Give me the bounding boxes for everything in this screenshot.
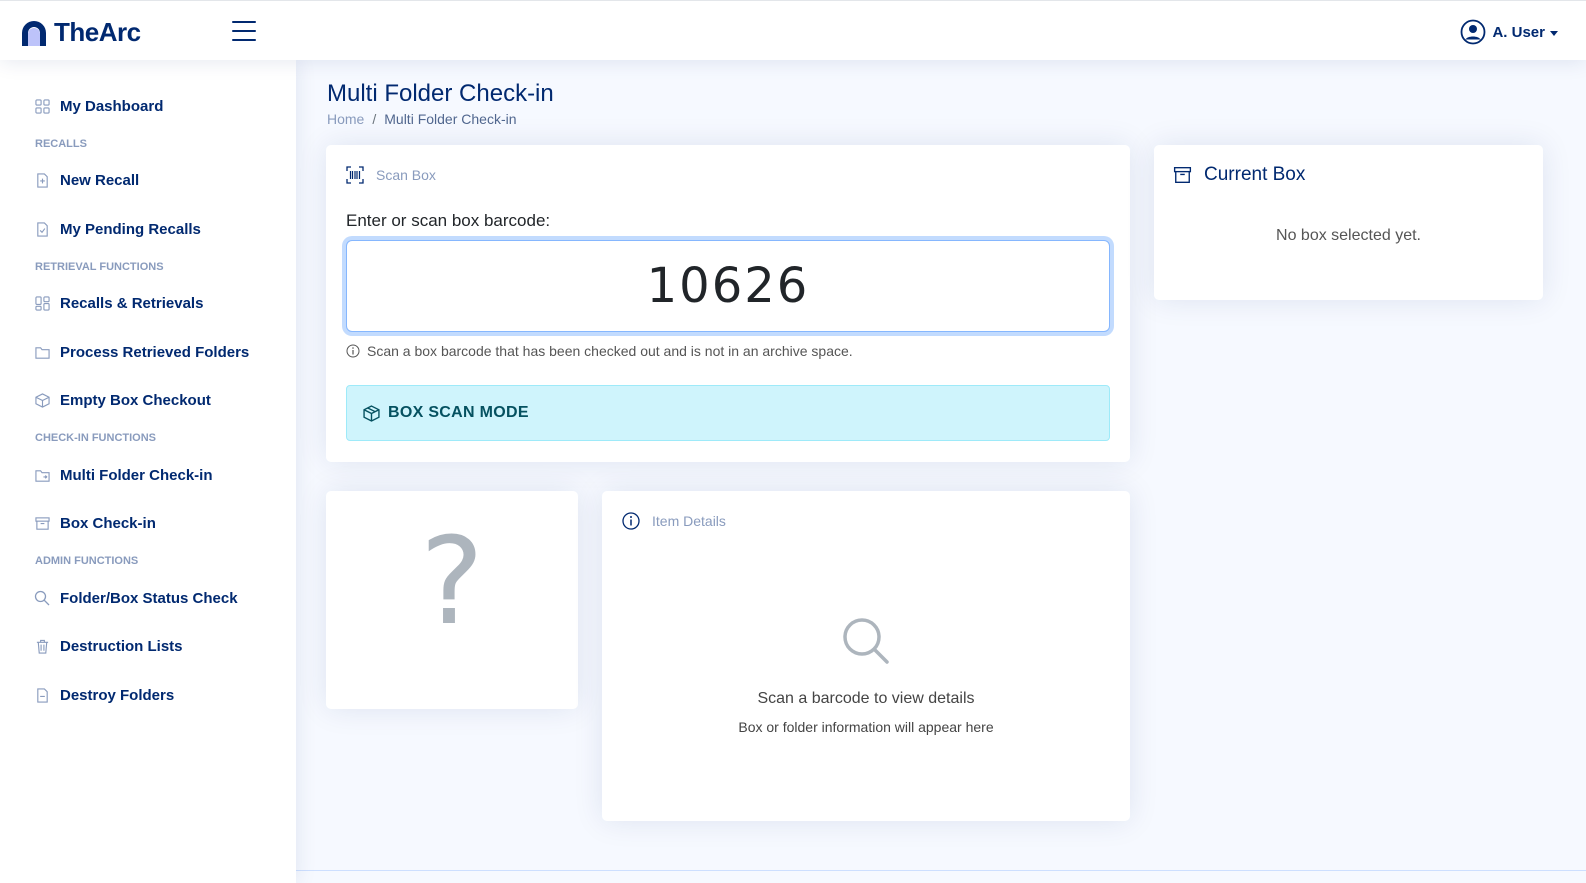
sidebar-heading-admin: ADMIN FUNCTIONS	[35, 555, 139, 567]
top-header: TheArc A. User	[0, 0, 1586, 60]
main-content: Multi Folder Check-in Home / Multi Folde…	[296, 60, 1586, 883]
box-icon	[363, 404, 380, 422]
sidebar-item-label: Process Retrieved Folders	[60, 343, 250, 361]
sidebar-item-label: New Recall	[60, 172, 140, 190]
preview-card: ?	[326, 491, 578, 709]
item-details-header: Item Details	[622, 512, 726, 530]
scan-box-card: Scan Box Enter or scan box barcode: Scan…	[326, 145, 1130, 462]
chevron-down-icon	[1550, 30, 1558, 36]
sidebar: My Dashboard RECALLS New Recall My Pendi…	[0, 60, 296, 883]
sidebar-item-label: Box Check-in	[60, 515, 156, 533]
barcode-field-label: Enter or scan box barcode:	[346, 211, 551, 230]
hamburger-menu-icon[interactable]	[232, 21, 256, 43]
box-scan-mode-banner: BOX SCAN MODE	[346, 385, 1110, 441]
folder-symlink-icon	[34, 467, 50, 483]
barcode-hint-text: Scan a box barcode that has been checked…	[367, 343, 853, 359]
sidebar-item-label: My Pending Recalls	[60, 220, 201, 238]
sidebar-item-label: Recalls & Retrievals	[60, 295, 204, 313]
sidebar-heading-retrieval: RETRIEVAL FUNCTIONS	[35, 260, 164, 273]
current-box-card: Current Box No box selected yet.	[1154, 145, 1543, 300]
archive-icon	[34, 516, 50, 532]
footer-divider	[296, 870, 1586, 871]
user-menu[interactable]: A. User	[1460, 19, 1558, 45]
sidebar-item-new-recall[interactable]: New Recall	[0, 157, 296, 206]
trash-icon	[34, 639, 50, 655]
search-icon	[843, 618, 889, 664]
breadcrumb: Home / Multi Folder Check-in	[327, 111, 517, 127]
sidebar-item-empty-box-checkout[interactable]: Empty Box Checkout	[0, 377, 296, 426]
sidebar-item-multi-folder-check-in[interactable]: Multi Folder Check-in	[0, 451, 296, 500]
grid-icon	[34, 296, 50, 312]
item-details-submessage: Box or folder information will appear he…	[738, 719, 994, 735]
barcode-hint: Scan a box barcode that has been checked…	[346, 343, 853, 359]
sidebar-item-label: Folder/Box Status Check	[60, 589, 238, 607]
scan-box-header: Scan Box	[346, 166, 436, 184]
file-check-icon	[34, 221, 50, 237]
item-details-message: Scan a barcode to view details	[757, 690, 975, 707]
sidebar-heading-recalls: RECALLS	[35, 137, 87, 150]
sidebar-item-label: Destruction Lists	[60, 638, 183, 656]
barcode-scan-icon	[346, 166, 364, 184]
sidebar-item-my-pending-recalls[interactable]: My Pending Recalls	[0, 205, 296, 254]
grid-icon	[34, 98, 50, 114]
sidebar-item-recalls-retrievals[interactable]: Recalls & Retrievals	[0, 280, 296, 329]
sidebar-item-box-check-in[interactable]: Box Check-in	[0, 500, 296, 549]
current-box-title: Current Box	[1204, 164, 1306, 185]
info-circle-icon	[346, 344, 360, 358]
current-box-header: Current Box	[1173, 164, 1305, 186]
sidebar-item-destruction-lists[interactable]: Destruction Lists	[0, 623, 296, 672]
box-scan-mode-text: BOX SCAN MODE	[388, 404, 529, 421]
file-minus-icon	[34, 687, 50, 703]
question-mark-placeholder: ?	[420, 513, 484, 652]
page-title: Multi Folder Check-in	[327, 80, 554, 107]
folder-icon	[34, 344, 50, 360]
sidebar-item-label: Empty Box Checkout	[60, 392, 211, 410]
current-box-empty-text: No box selected yet.	[1276, 227, 1421, 244]
sidebar-item-process-retrieved-folders[interactable]: Process Retrieved Folders	[0, 328, 296, 377]
user-circle-icon	[1461, 19, 1486, 45]
breadcrumb-separator: /	[372, 111, 377, 127]
sidebar-item-label: Destroy Folders	[60, 686, 175, 704]
arc-logo-icon	[22, 20, 46, 46]
search-icon	[34, 590, 50, 606]
user-name: A. User	[1492, 23, 1545, 41]
sidebar-item-label: My Dashboard	[60, 97, 164, 115]
archive-icon	[1173, 167, 1192, 183]
sidebar-item-folder-box-status-check[interactable]: Folder/Box Status Check	[0, 574, 296, 623]
breadcrumb-current: Multi Folder Check-in	[384, 111, 517, 127]
brand-name: TheArc	[54, 17, 141, 47]
breadcrumb-home-link[interactable]: Home	[327, 111, 364, 127]
scan-box-title: Scan Box	[376, 167, 436, 183]
sidebar-item-destroy-folders[interactable]: Destroy Folders	[0, 671, 296, 720]
item-details-card: Item Details Scan a barcode to view deta…	[602, 491, 1130, 821]
box-icon	[34, 393, 50, 409]
item-details-title: Item Details	[652, 513, 726, 529]
brand-logo[interactable]: TheArc	[20, 17, 141, 48]
barcode-input[interactable]	[346, 240, 1110, 332]
sidebar-item-my-dashboard[interactable]: My Dashboard	[0, 82, 296, 131]
file-plus-icon	[34, 173, 50, 189]
sidebar-item-label: Multi Folder Check-in	[60, 466, 213, 484]
sidebar-heading-check-in: CHECK-IN FUNCTIONS	[35, 432, 156, 444]
info-circle-icon	[622, 512, 640, 530]
